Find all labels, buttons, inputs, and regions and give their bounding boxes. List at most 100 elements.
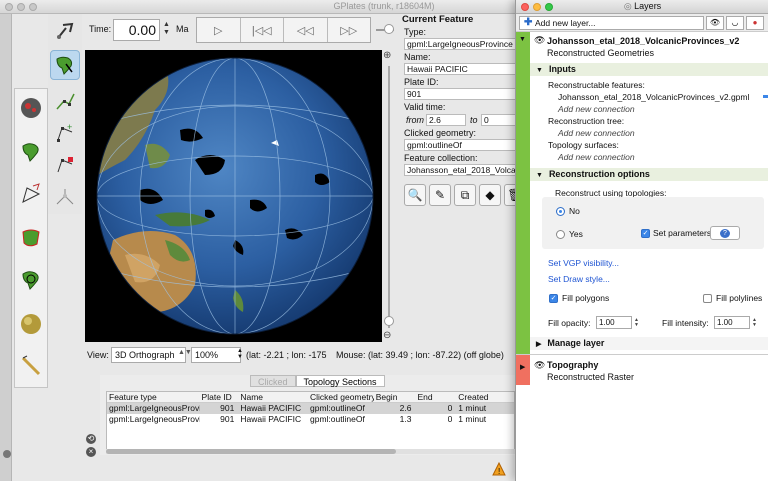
clone-feature-button[interactable]: ⧉	[454, 184, 476, 206]
scrollbar-thumb[interactable]	[106, 449, 396, 454]
table-horizontal-scrollbar[interactable]	[106, 449, 515, 454]
fill-intensity-spin[interactable]: ▲ ▼	[752, 318, 757, 328]
feature-inspection-icon[interactable]	[16, 137, 46, 167]
name-field[interactable]: Hawaii PACIFIC	[404, 63, 516, 75]
column-header[interactable]: Begin	[374, 392, 416, 402]
topology-tools-icon[interactable]	[16, 223, 46, 253]
measure-distance-icon[interactable]	[16, 351, 46, 381]
warning-icon[interactable]: !	[492, 462, 506, 476]
step-forward-button[interactable]: ▷▷	[328, 18, 371, 42]
layer-visibility-eye-icon[interactable]: 👁	[534, 360, 545, 371]
layers-window: ◎ Layers ✚ Add new layer... 👁 ◡ ● ▼ 👁 Jo…	[515, 0, 768, 481]
click-geometry-tool-icon[interactable]	[50, 50, 80, 80]
step-back-button[interactable]: ◁◁	[284, 18, 328, 42]
reconstruction-options-header[interactable]: ▼ Reconstruction options	[530, 168, 768, 181]
pole-manipulation-icon[interactable]	[16, 265, 46, 295]
time-spin-arrows[interactable]: ▲ ▼	[163, 21, 170, 37]
feature-collection-field[interactable]: Johansson_etal_2018_VolcanicProvinces_v2…	[404, 164, 516, 176]
connection-menu-icon[interactable]	[763, 95, 768, 98]
magnifier-icon: 🔍	[407, 188, 423, 202]
column-header[interactable]: End	[415, 392, 456, 402]
layer-visibility-eye-icon[interactable]: 👁	[534, 35, 545, 46]
chevron-right-icon[interactable]: ▶	[520, 363, 525, 371]
type-label: Type:	[404, 27, 427, 37]
tab-topology-sections[interactable]: Topology Sections	[295, 375, 385, 387]
time-input[interactable]: 0.00	[113, 19, 160, 41]
to-time-field[interactable]: 0	[481, 114, 516, 126]
remove-row-icon[interactable]: ×	[86, 447, 96, 457]
zoom-out-icon[interactable]: ⊖	[383, 330, 391, 341]
add-layer-button[interactable]: ✚ Add new layer...	[519, 16, 704, 30]
inputs-heading: Inputs	[548, 64, 576, 74]
reconstructable-features-label: Reconstructable features:	[548, 80, 645, 90]
zoom-percent-input[interactable]: 100%	[191, 347, 241, 363]
move-vertex-tool-icon[interactable]	[50, 86, 80, 116]
projection-select[interactable]: 3D Orthograph	[111, 347, 186, 363]
manage-layer-header[interactable]: ▶ Manage layer	[530, 337, 768, 350]
radio-no[interactable]	[556, 207, 565, 216]
colour-layers-button[interactable]: ●	[746, 16, 764, 30]
reset-animation-button[interactable]: |◁◁	[241, 18, 284, 42]
play-button[interactable]: ▷	[197, 18, 241, 42]
time-slider-handle[interactable]	[384, 24, 394, 34]
query-feature-button[interactable]: 🔍	[404, 184, 426, 206]
inputs-section-header[interactable]: ▼ Inputs	[530, 63, 768, 76]
table-row[interactable]: gpml:LargeIgneousProvince 901 Hawaii PAC…	[107, 414, 514, 425]
plate-icon: ◆	[485, 188, 495, 202]
type-field[interactable]: gpml:LargeIgneousProvince	[404, 38, 516, 50]
fill-opacity-input[interactable]: 1.00	[596, 316, 632, 329]
time-label: Time:	[89, 24, 112, 34]
column-header[interactable]: Feature type	[107, 392, 200, 402]
column-header[interactable]: Created	[456, 392, 514, 402]
fill-polylines-checkbox[interactable]	[703, 294, 712, 303]
zoom-handle[interactable]	[384, 316, 394, 326]
set-vgp-visibility-link[interactable]: Set VGP visibility...	[548, 258, 619, 268]
delete-vertex-tool-icon[interactable]	[50, 150, 80, 180]
reconstructable-file[interactable]: Johansson_etal_2018_VolcanicProvinces_v2…	[558, 92, 758, 102]
plate-id-field[interactable]: 901	[404, 88, 516, 100]
set-parameters-checkbox[interactable]: ✓	[641, 229, 650, 238]
column-header[interactable]: Clicked geometry	[308, 392, 374, 402]
zoom-spin-arrows[interactable]: ▲ ▼	[237, 348, 243, 360]
current-feature-panel: Current Feature Type: gpml:LargeIgneousP…	[400, 14, 526, 224]
edit-feature-button[interactable]: ✎	[429, 184, 451, 206]
fill-polygons-checkbox[interactable]: ✓	[549, 294, 558, 303]
show-all-layers-button[interactable]: 👁	[706, 16, 724, 30]
set-draw-style-link[interactable]: Set Draw style...	[548, 274, 610, 284]
add-topology-connection-link[interactable]: Add new connection	[558, 152, 635, 162]
camera-coordinates: (lat: -2.21 ; lon: -175	[246, 350, 327, 360]
skip-start-icon: |◁◁	[251, 24, 272, 37]
small-circle-tool-icon[interactable]	[16, 309, 46, 339]
insert-vertex-tool-icon[interactable]: +	[50, 118, 80, 148]
properties-button[interactable]: ◆	[479, 184, 501, 206]
chevron-down-icon[interactable]: ▼	[519, 36, 526, 43]
parameters-button[interactable]: ?	[710, 226, 740, 240]
tab-clicked[interactable]: Clicked	[250, 375, 296, 387]
cell-created: 1 minut	[458, 414, 487, 424]
table-row[interactable]: gpml:LargeIgneousProvince 901 Hawaii PAC…	[107, 403, 514, 414]
zoom-in-icon[interactable]: ⊕	[383, 50, 391, 61]
add-features-connection-link[interactable]: Add new connection	[558, 104, 635, 114]
fill-opacity-spin[interactable]: ▲ ▼	[634, 318, 639, 328]
zoom-track[interactable]	[388, 66, 390, 328]
split-feature-tool-icon[interactable]	[50, 182, 80, 212]
clear-selection-icon[interactable]: ⟲	[86, 434, 96, 444]
table-side-icons: ⟲ ×	[86, 434, 98, 460]
layer-topography[interactable]: ▶ 👁 Topography Reconstructed Raster	[516, 354, 768, 385]
column-header[interactable]: Plate ID	[200, 392, 239, 402]
drag-globe-tool-icon[interactable]	[50, 16, 80, 46]
zoom-slider[interactable]: ⊕ ⊖	[383, 50, 395, 342]
clicked-geometry-field[interactable]: gpml:outlineOf	[404, 139, 516, 151]
fill-intensity-input[interactable]: 1.00	[714, 316, 750, 329]
eye-icon: 👁	[709, 18, 721, 27]
hide-all-layers-button[interactable]: ◡	[726, 16, 744, 30]
add-tree-connection-link[interactable]: Add new connection	[558, 128, 635, 138]
view-tools-icon[interactable]	[16, 93, 46, 123]
chevron-down-icon: ▼	[536, 172, 543, 179]
globe-canvas[interactable]	[85, 50, 382, 342]
radio-yes[interactable]	[556, 230, 565, 239]
chevron-down-icon[interactable]: ▲▼	[178, 349, 192, 356]
column-header[interactable]: Name	[238, 392, 308, 402]
from-time-field[interactable]: 2.6	[426, 114, 466, 126]
digitisation-tools-icon[interactable]	[16, 179, 46, 209]
